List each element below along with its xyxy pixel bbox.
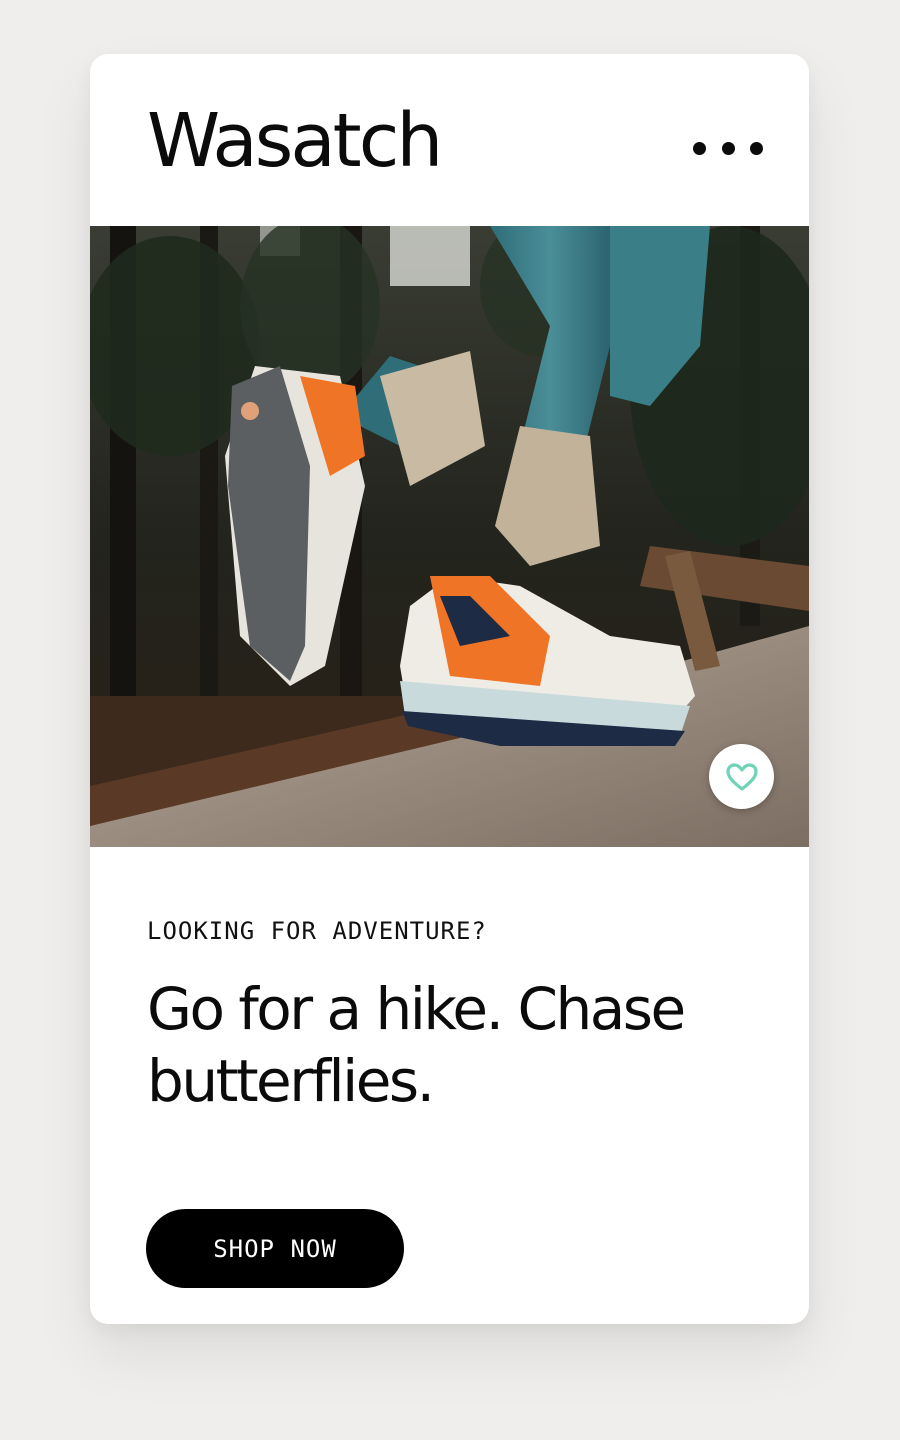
brand-logo[interactable]: Wasatch: [147, 104, 443, 178]
more-menu-button[interactable]: [693, 128, 763, 168]
eyebrow-text: LOOKING FOR ADVENTURE?: [147, 917, 487, 945]
card-content: LOOKING FOR ADVENTURE? Go for a hike. Ch…: [90, 847, 809, 1324]
more-horizontal-icon-dot: [750, 141, 763, 155]
shop-now-button[interactable]: SHOP NOW: [146, 1209, 404, 1288]
headline: Go for a hike. Chase butterflies.: [147, 975, 686, 1115]
product-card: Wasatch LOOKING FOR ADVENTURE? Go for a …: [90, 54, 809, 1324]
hero-photo: [90, 226, 809, 847]
card-header: Wasatch: [90, 54, 809, 226]
favorite-button[interactable]: [709, 744, 774, 809]
more-horizontal-icon: [693, 141, 706, 155]
hero-image: [90, 226, 809, 847]
more-horizontal-icon-dot: [721, 141, 735, 155]
heart-outline-icon: [725, 762, 758, 791]
